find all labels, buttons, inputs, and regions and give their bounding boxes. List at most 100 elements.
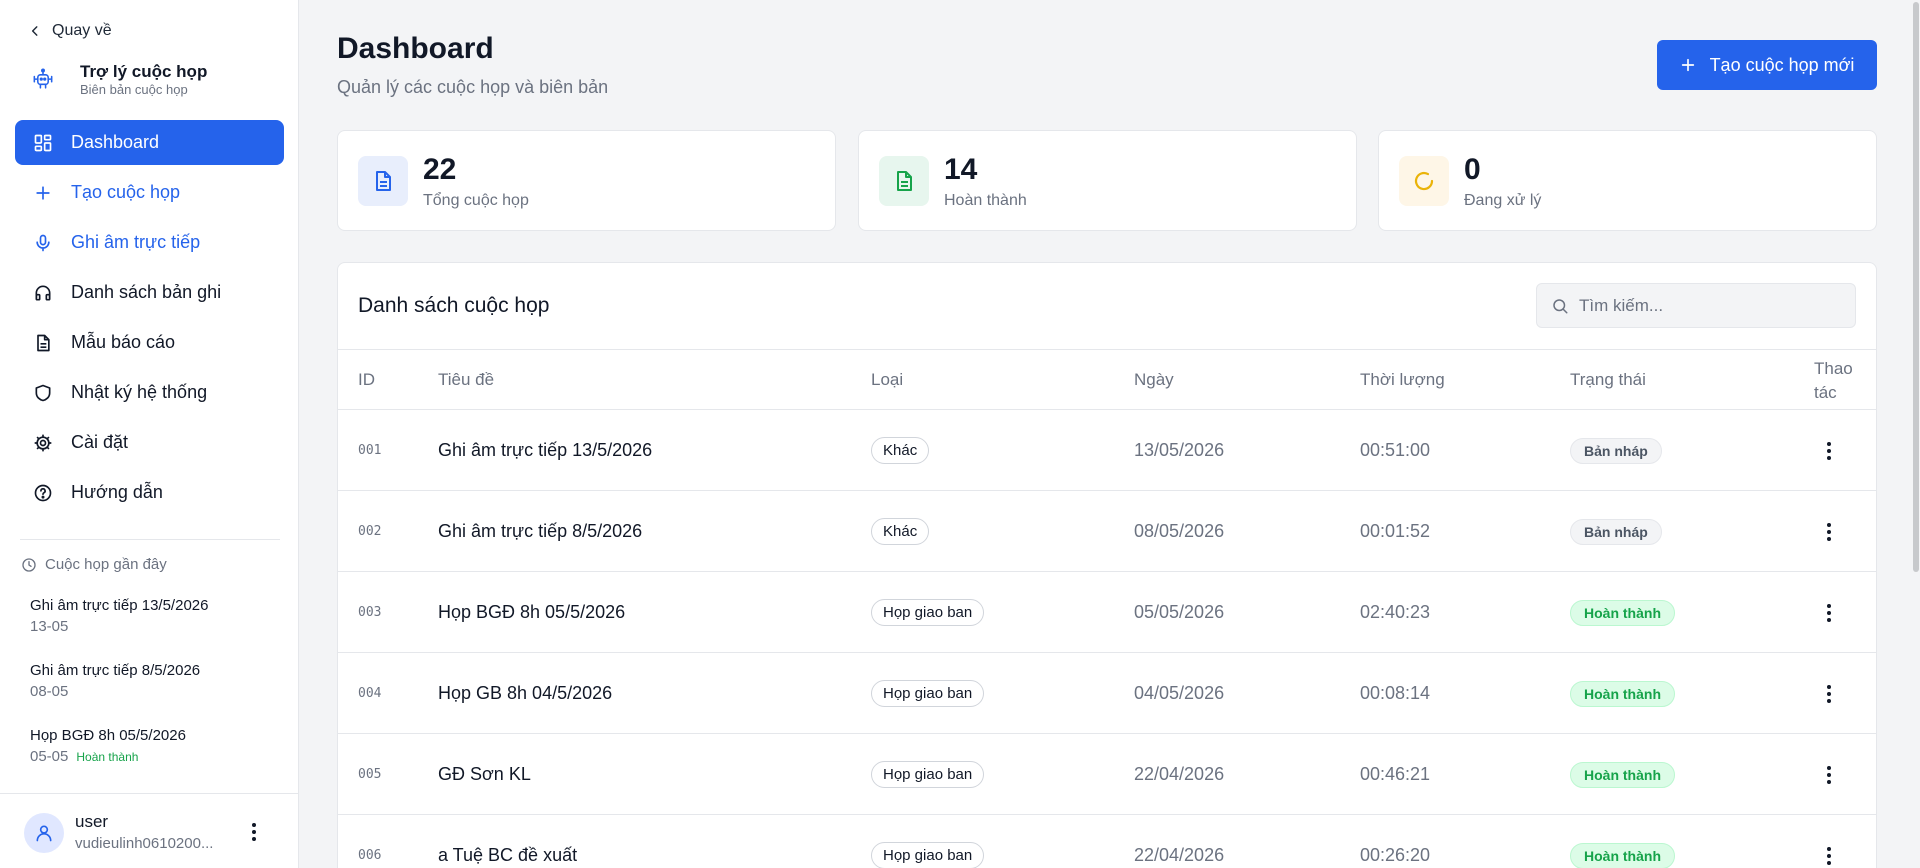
column-header-actions-line2: tác	[1814, 383, 1837, 402]
column-header-status[interactable]: Trạng thái	[1570, 370, 1646, 390]
type-badge: Khác	[871, 437, 930, 464]
back-label: Quay về	[52, 22, 112, 39]
document-icon	[37, 334, 50, 351]
row-title[interactable]: GĐ Sơn KL	[438, 734, 531, 815]
more-vertical-icon	[1827, 522, 1831, 541]
row-date: 04/05/2026	[1134, 683, 1225, 703]
back-link[interactable]: Quay về	[28, 22, 112, 40]
sidebar-item-system-log[interactable]: Nhật ký hệ thống	[15, 370, 284, 415]
more-vertical-icon	[1827, 846, 1831, 865]
more-vertical-icon	[1827, 765, 1831, 784]
recent-heading-label: Cuộc họp gần đây	[45, 556, 167, 573]
recent-meetings-list: Ghi âm trực tiếp 13/5/2026 13-05 Ghi âm …	[30, 596, 280, 791]
meetings-table-card: Danh sách cuộc họp ID Tiêu đề Loại Ngày …	[337, 262, 1877, 868]
type-badge: Khác	[871, 518, 930, 545]
user-menu-button[interactable]	[244, 820, 264, 844]
status-badge: Bản nháp	[1570, 437, 1662, 464]
recent-meeting-item[interactable]: Họp BGĐ 8h 05/5/2026 05-05 Hoàn thành	[30, 726, 280, 791]
type-badge: Họp giao ban	[871, 761, 985, 788]
brand-subtitle: Biên bản cuộc họp	[80, 82, 188, 97]
row-actions-button[interactable]	[1819, 520, 1839, 544]
recent-meeting-title: Ghi âm trực tiếp 8/5/2026	[30, 662, 201, 679]
sidebar-divider	[20, 539, 280, 540]
row-actions-button[interactable]	[1819, 601, 1839, 625]
row-date: 08/05/2026	[1134, 521, 1225, 541]
sidebar-item-report-templates[interactable]: Mẫu báo cáo	[15, 320, 284, 365]
brand: Trợ lý cuộc họp Biên bản cuộc họp	[28, 62, 207, 98]
column-header-duration[interactable]: Thời lượng	[1360, 370, 1445, 390]
row-title[interactable]: a Tuệ BC đề xuất	[438, 815, 577, 868]
row-actions-button[interactable]	[1819, 682, 1839, 706]
row-id: 002	[358, 524, 382, 539]
row-date: 22/04/2026	[1134, 764, 1225, 784]
column-header-date[interactable]: Ngày	[1134, 370, 1174, 390]
document-icon	[358, 156, 408, 206]
status-badge: Hoàn thành	[1570, 842, 1675, 868]
row-title[interactable]: Họp GB 8h 04/5/2026	[438, 653, 612, 734]
plus-icon	[36, 185, 50, 200]
table-row[interactable]: 003 Họp BGĐ 8h 05/5/2026 Họp giao ban 05…	[338, 572, 1876, 653]
row-id: 003	[358, 605, 382, 620]
row-duration: 00:01:52	[1360, 521, 1431, 541]
sidebar-item-create-meeting[interactable]: Tạo cuộc họp	[15, 170, 284, 215]
sidebar-item-label: Tạo cuộc họp	[71, 182, 181, 202]
table-row[interactable]: 004 Họp GB 8h 04/5/2026 Họp giao ban 04/…	[338, 653, 1876, 734]
sidebar-item-help[interactable]: Hướng dẫn	[15, 470, 284, 515]
sidebar-item-label: Danh sách bản ghi	[71, 282, 222, 302]
stat-value: 0	[1464, 153, 1481, 186]
sidebar-item-dashboard[interactable]: Dashboard	[15, 120, 284, 165]
row-actions-button[interactable]	[1819, 844, 1839, 868]
sidebar-item-label: Mẫu báo cáo	[71, 332, 176, 352]
create-meeting-button[interactable]: Tạo cuộc họp mới	[1657, 40, 1877, 90]
microphone-icon	[36, 234, 50, 251]
loading-icon	[1399, 156, 1449, 206]
sidebar-item-live-recording[interactable]: Ghi âm trực tiếp	[15, 220, 284, 265]
type-badge: Họp giao ban	[871, 680, 985, 707]
row-actions-button[interactable]	[1819, 763, 1839, 787]
column-header-type[interactable]: Loại	[871, 370, 903, 390]
column-header-title[interactable]: Tiêu đề	[438, 370, 494, 390]
sidebar-item-settings[interactable]: Cài đặt	[15, 420, 284, 465]
status-badge: Hoàn thành	[1570, 761, 1675, 788]
recent-meeting-date: 05-05	[30, 748, 69, 765]
row-title[interactable]: Ghi âm trực tiếp 13/5/2026	[438, 410, 652, 491]
table-row[interactable]: 001 Ghi âm trực tiếp 13/5/2026 Khác 13/0…	[338, 410, 1876, 491]
status-badge: Hoàn thành	[1570, 680, 1675, 707]
row-title[interactable]: Họp BGĐ 8h 05/5/2026	[438, 572, 625, 653]
plus-icon	[1681, 58, 1694, 72]
row-date: 13/05/2026	[1134, 440, 1225, 460]
table-body: 001 Ghi âm trực tiếp 13/5/2026 Khác 13/0…	[338, 410, 1876, 868]
page-scrollbar-thumb[interactable]	[1913, 2, 1919, 572]
row-actions-button[interactable]	[1819, 439, 1839, 463]
stat-label: Tổng cuộc họp	[423, 192, 529, 209]
headphones-icon	[35, 285, 51, 300]
user-icon	[36, 825, 52, 842]
row-title[interactable]: Ghi âm trực tiếp 8/5/2026	[438, 491, 642, 572]
sidebar-item-recordings[interactable]: Danh sách bản ghi	[15, 270, 284, 315]
recent-meeting-date: 08-05	[30, 683, 69, 700]
recent-meeting-item[interactable]: Ghi âm trực tiếp 8/5/2026 08-05	[30, 661, 280, 726]
sidebar-item-label: Cài đặt	[71, 432, 129, 452]
page-title: Dashboard	[337, 32, 494, 65]
table-row[interactable]: 002 Ghi âm trực tiếp 8/5/2026 Khác 08/05…	[338, 491, 1876, 572]
user-email: vudieulinh0610200...	[75, 835, 214, 852]
gear-icon	[34, 434, 52, 451]
table-row[interactable]: 005 GĐ Sơn KL Họp giao ban 22/04/2026 00…	[338, 734, 1876, 815]
search-input[interactable]	[1579, 295, 1839, 316]
status-badge: Bản nháp	[1570, 518, 1662, 545]
sidebar: Quay về Trợ lý cuộc họp Biên bản cuộc họ…	[0, 0, 299, 868]
row-id: 001	[358, 443, 382, 458]
stat-value: 14	[944, 153, 978, 186]
stat-card-completed: 14 Hoàn thành	[858, 130, 1357, 231]
recent-meeting-status: Hoàn thành	[76, 750, 139, 764]
table-row[interactable]: 006 a Tuệ BC đề xuất Họp giao ban 22/04/…	[338, 815, 1876, 868]
more-vertical-icon	[1827, 441, 1831, 460]
shield-icon	[35, 384, 51, 401]
avatar[interactable]	[24, 813, 64, 853]
row-duration: 00:26:20	[1360, 845, 1431, 865]
column-header-id[interactable]: ID	[358, 370, 375, 390]
page-subtitle: Quản lý các cuộc họp và biên bản	[337, 77, 609, 97]
row-duration: 00:08:14	[1360, 683, 1431, 703]
stat-value: 22	[423, 153, 457, 186]
recent-meeting-item[interactable]: Ghi âm trực tiếp 13/5/2026 13-05	[30, 596, 280, 661]
